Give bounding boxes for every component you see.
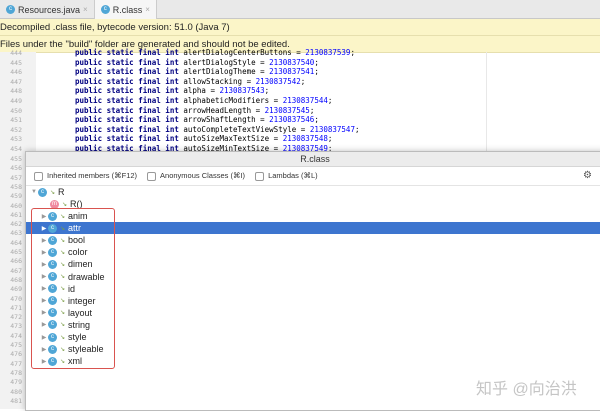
line-number: 473 [10,322,22,331]
line-number: 464 [10,238,22,247]
expanded-arrow-icon[interactable]: ▼ [30,189,38,195]
line-number: 470 [10,294,22,303]
line-number: 453 [10,135,22,144]
visibility-icon: ↘ [50,189,56,196]
close-icon[interactable]: × [83,5,88,14]
code-line[interactable]: public static final int autoSizeMaxTextS… [75,134,332,143]
visibility-icon: ↘ [62,201,68,208]
line-number: 460 [10,201,22,210]
highlight-annotation-box [31,208,115,369]
code-line[interactable]: public static final int alphabeticModifi… [75,96,332,105]
line-number: 465 [10,248,22,256]
tab-label: Resources.java [18,4,81,15]
line-number: 476 [10,350,22,359]
code-line[interactable]: public static final int arrowShaftLength… [75,115,319,124]
line-number: 477 [10,359,22,368]
code-line[interactable]: public static final int allowStacking = … [75,77,305,86]
line-number: 456 [10,164,22,173]
popup-title: R.class [26,152,600,167]
tree-item-r[interactable]: ▼ c ↘ R [26,186,600,198]
line-number: 472 [10,313,22,322]
code-line[interactable]: public static final int autoCompleteText… [75,125,359,134]
gear-icon[interactable]: ⚙ [583,170,592,181]
line-number: 450 [10,106,22,115]
tab-resources-java[interactable]: c Resources.java × [0,0,95,19]
tab-label: R.class [112,4,143,15]
watermark: 知乎 @向治洪 [476,381,577,398]
tab-r-class[interactable]: c R.class × [94,0,157,19]
line-number: 448 [10,87,22,96]
line-number: 461 [10,210,22,219]
tree-item-label: R [58,187,65,197]
anonymous-classes-checkbox[interactable]: Anonymous Classes (⌘I) [147,171,245,181]
class-icon: c [38,187,47,197]
code-line[interactable]: public static final int arrowHeadLength … [75,106,314,115]
line-number: 474 [10,331,22,340]
line-number: 466 [10,257,22,266]
line-number: 468 [10,275,22,284]
close-icon[interactable]: × [145,5,150,14]
editor-tabs: c Resources.java × c R.class × [0,0,600,19]
code-line[interactable]: public static final int alpha = 21308375… [75,86,269,95]
file-structure-popup: R.class Inherited members (⌘F12) Anonymo… [25,151,600,411]
line-number: 454 [10,145,22,153]
line-number: 449 [10,97,22,105]
line-number: 446 [10,68,22,77]
class-icon: c [100,5,110,14]
line-number: 459 [10,192,22,201]
line-number: 455 [10,155,22,163]
line-number: 444 [10,49,22,57]
code-line[interactable]: public static final int alertDialogCente… [75,48,355,57]
decompiled-banner: Decompiled .class file, bytecode version… [0,19,600,36]
line-number: 475 [10,341,22,349]
code-line[interactable]: public static final int alertDialogTheme… [75,67,319,76]
code-line[interactable]: public static final int alertDialogStyle… [75,58,319,67]
line-number: 447 [10,77,22,86]
line-number: 451 [10,116,22,125]
line-number: 479 [10,378,22,387]
line-number: 481 [10,396,22,405]
inherited-members-checkbox[interactable]: Inherited members (⌘F12) [34,171,137,181]
line-number: 445 [10,58,22,67]
line-number: 467 [10,266,22,275]
line-number: 469 [10,285,22,294]
line-number: 480 [10,387,22,396]
lambdas-checkbox[interactable]: Lambdas (⌘L) [255,171,318,181]
line-number: 478 [10,368,22,377]
line-number: 471 [10,303,22,312]
line-number: 463 [10,229,22,238]
line-number: 452 [10,125,22,134]
line-number: 458 [10,182,22,191]
right-margin-line [486,52,487,152]
options-bar: Inherited members (⌘F12) Anonymous Class… [26,167,600,186]
line-number: 462 [10,220,22,229]
class-icon: c [6,5,15,14]
line-number: 457 [10,173,22,182]
